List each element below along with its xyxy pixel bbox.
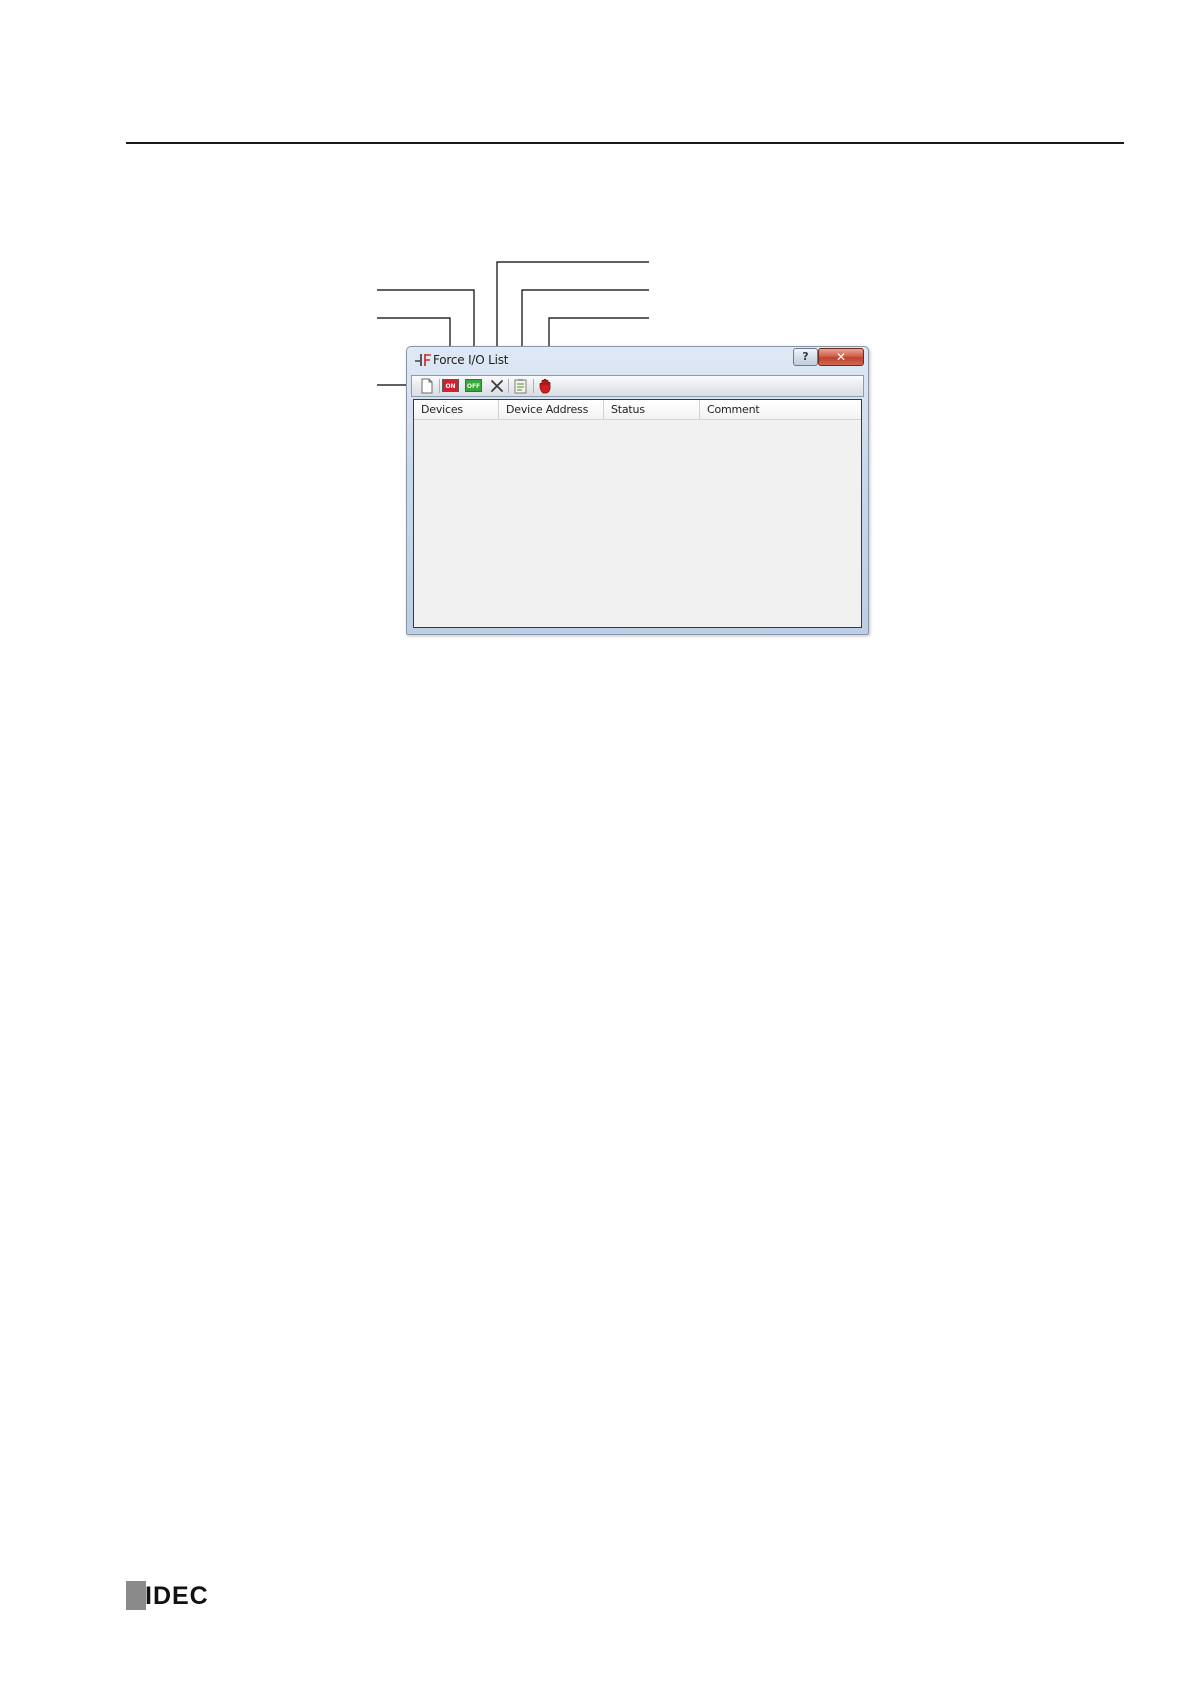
list-icon: [512, 379, 530, 398]
logo-text: IDEC: [145, 1582, 209, 1610]
force-on-button[interactable]: ON: [442, 378, 460, 394]
delete-icon: [488, 380, 506, 398]
close-button[interactable]: ✕: [818, 348, 864, 366]
stop-button[interactable]: [537, 378, 555, 394]
column-header-device-address[interactable]: Device Address: [499, 400, 604, 419]
toolbar-separator: [508, 379, 509, 393]
column-header-status[interactable]: Status: [604, 400, 700, 419]
logo-mark: [126, 1581, 146, 1610]
toolbar-separator: [439, 379, 440, 393]
column-header-devices[interactable]: Devices: [414, 400, 499, 419]
help-button[interactable]: ?: [793, 348, 818, 366]
new-icon: [418, 378, 436, 398]
list-button[interactable]: [512, 378, 530, 394]
force-io-table[interactable]: Devices Device Address Status Comment: [413, 399, 862, 628]
help-icon: ?: [802, 350, 809, 363]
column-header-comment[interactable]: Comment: [700, 400, 861, 419]
force-on-icon: ON: [442, 379, 459, 392]
force-io-list-dialog: Force I/O List ? ✕ ON OFF Devices Device…: [406, 346, 869, 635]
force-off-button[interactable]: OFF: [465, 378, 483, 394]
idec-logo: IDEC: [126, 1581, 214, 1610]
toolbar-separator: [533, 379, 534, 393]
force-io-app-icon: [414, 352, 432, 368]
toolbar: ON OFF: [411, 375, 864, 397]
dialog-title: Force I/O List: [433, 353, 509, 367]
close-icon: ✕: [835, 350, 847, 364]
table-header: Devices Device Address Status Comment: [414, 400, 861, 420]
title-bar[interactable]: Force I/O List ? ✕: [407, 347, 868, 374]
force-off-icon: OFF: [465, 379, 482, 392]
delete-button[interactable]: [488, 378, 506, 394]
new-button[interactable]: [418, 378, 436, 394]
stop-hand-icon: [537, 378, 555, 398]
